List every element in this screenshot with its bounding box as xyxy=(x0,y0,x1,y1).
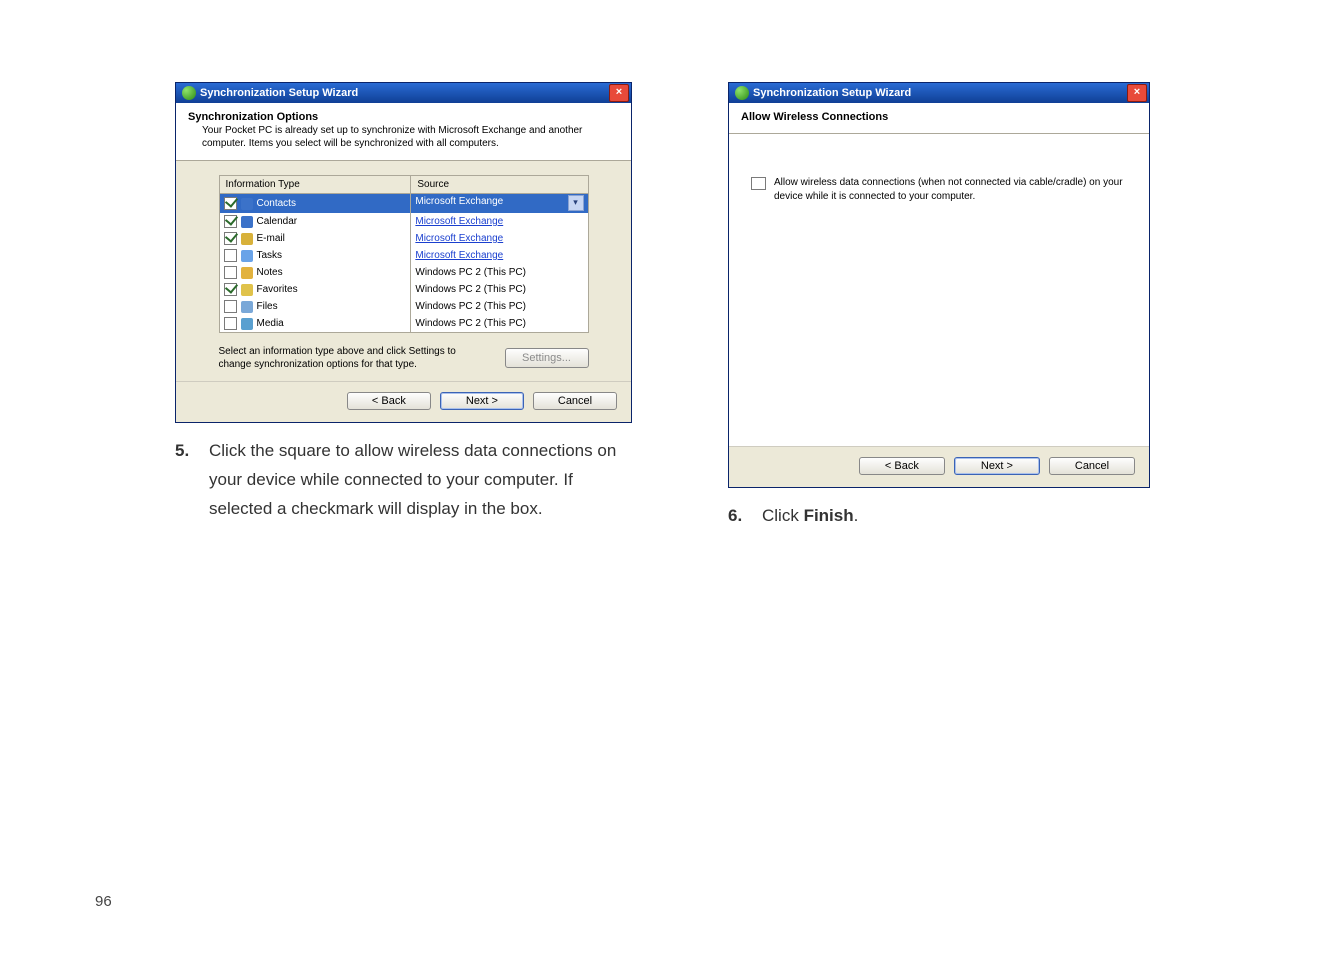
table-row[interactable]: Favorites Windows PC 2 (This PC) xyxy=(219,281,588,298)
app-icon xyxy=(182,86,196,100)
settings-button[interactable]: Settings... xyxy=(505,348,589,368)
table-row[interactable]: E-mail Microsoft Exchange xyxy=(219,230,588,247)
source-label[interactable]: Microsoft Exchange xyxy=(415,233,503,244)
table-row[interactable]: Calendar Microsoft Exchange xyxy=(219,213,588,230)
table-row[interactable]: Tasks Microsoft Exchange xyxy=(219,247,588,264)
wizard-buttons: < Back Next > Cancel xyxy=(729,446,1149,487)
back-button[interactable]: < Back xyxy=(859,457,945,475)
table-row[interactable]: Media Windows PC 2 (This PC) xyxy=(219,315,588,333)
step-number: 6. xyxy=(728,502,762,531)
sync-item-checkbox[interactable] xyxy=(224,232,237,245)
sync-item-checkbox[interactable] xyxy=(224,215,237,228)
source-label[interactable]: Microsoft Exchange xyxy=(415,216,503,227)
sync-item-checkbox[interactable] xyxy=(224,283,237,296)
step-number: 5. xyxy=(175,437,209,524)
header-subtitle: Your Pocket PC is already set up to sync… xyxy=(202,125,619,150)
col-source: Source xyxy=(411,176,588,194)
sync-item-checkbox[interactable] xyxy=(224,317,237,330)
app-icon xyxy=(735,86,749,100)
close-icon[interactable]: × xyxy=(1127,84,1147,102)
type-label: Notes xyxy=(257,267,283,278)
back-button[interactable]: < Back xyxy=(347,392,431,410)
next-button[interactable]: Next > xyxy=(954,457,1040,475)
cancel-button[interactable]: Cancel xyxy=(533,392,617,410)
type-icon xyxy=(241,250,253,262)
type-icon xyxy=(241,284,253,296)
sync-options-dialog: Synchronization Setup Wizard × Synchroni… xyxy=(175,82,632,423)
type-label: E-mail xyxy=(257,233,285,244)
source-label[interactable]: Microsoft Exchange xyxy=(415,196,503,207)
sync-items-table: Information Type Source Contacts Microsof… xyxy=(219,175,589,333)
type-icon xyxy=(241,301,253,313)
source-label: Windows PC 2 (This PC) xyxy=(415,318,526,329)
sync-item-checkbox[interactable] xyxy=(224,300,237,313)
allow-wireless-dialog: Synchronization Setup Wizard × Allow Wir… xyxy=(728,82,1150,488)
allow-wireless-checkbox[interactable] xyxy=(751,177,766,190)
step6-prefix: Click xyxy=(762,506,804,525)
next-button[interactable]: Next > xyxy=(440,392,524,410)
dialog-header: Allow Wireless Connections xyxy=(729,103,1149,134)
page-number: 96 xyxy=(95,893,112,910)
window-title: Synchronization Setup Wizard xyxy=(753,87,1127,99)
settings-hint: Select an information type above and cli… xyxy=(219,345,479,371)
sync-item-checkbox[interactable] xyxy=(224,197,237,210)
step-text: Click the square to allow wireless data … xyxy=(209,437,632,524)
source-label: Windows PC 2 (This PC) xyxy=(415,267,526,278)
window-title: Synchronization Setup Wizard xyxy=(200,87,609,99)
type-label: Files xyxy=(257,301,278,312)
titlebar: Synchronization Setup Wizard × xyxy=(176,83,631,103)
type-icon xyxy=(241,198,253,210)
allow-wireless-label: Allow wireless data connections (when no… xyxy=(774,176,1131,203)
type-icon xyxy=(241,267,253,279)
source-label[interactable]: Microsoft Exchange xyxy=(415,250,503,261)
titlebar: Synchronization Setup Wizard × xyxy=(729,83,1149,103)
header-title: Allow Wireless Connections xyxy=(741,111,1137,123)
source-label: Windows PC 2 (This PC) xyxy=(415,284,526,295)
source-label: Windows PC 2 (This PC) xyxy=(415,301,526,312)
table-row[interactable]: Files Windows PC 2 (This PC) xyxy=(219,298,588,315)
step6-bold: Finish xyxy=(804,506,854,525)
type-label: Favorites xyxy=(257,284,298,295)
type-label: Tasks xyxy=(257,250,283,261)
step-5: 5. Click the square to allow wireless da… xyxy=(175,437,632,524)
chevron-down-icon[interactable]: ▾ xyxy=(568,195,584,211)
step6-suffix: . xyxy=(854,506,859,525)
type-icon xyxy=(241,318,253,330)
step-6: 6. Click Finish. xyxy=(728,502,1161,531)
step-text: Click Finish. xyxy=(762,502,1161,531)
header-title: Synchronization Options xyxy=(188,111,619,123)
col-info-type: Information Type xyxy=(219,176,411,194)
wizard-buttons: < Back Next > Cancel xyxy=(176,381,631,422)
table-row[interactable]: Contacts Microsoft Exchange ▾ xyxy=(219,194,588,214)
type-label: Media xyxy=(257,318,284,329)
close-icon[interactable]: × xyxy=(609,84,629,102)
type-icon xyxy=(241,216,253,228)
sync-item-checkbox[interactable] xyxy=(224,266,237,279)
type-icon xyxy=(241,233,253,245)
sync-item-checkbox[interactable] xyxy=(224,249,237,262)
cancel-button[interactable]: Cancel xyxy=(1049,457,1135,475)
table-row[interactable]: Notes Windows PC 2 (This PC) xyxy=(219,264,588,281)
type-label: Calendar xyxy=(257,216,298,227)
dialog-header: Synchronization Options Your Pocket PC i… xyxy=(176,103,631,161)
type-label: Contacts xyxy=(257,198,296,209)
